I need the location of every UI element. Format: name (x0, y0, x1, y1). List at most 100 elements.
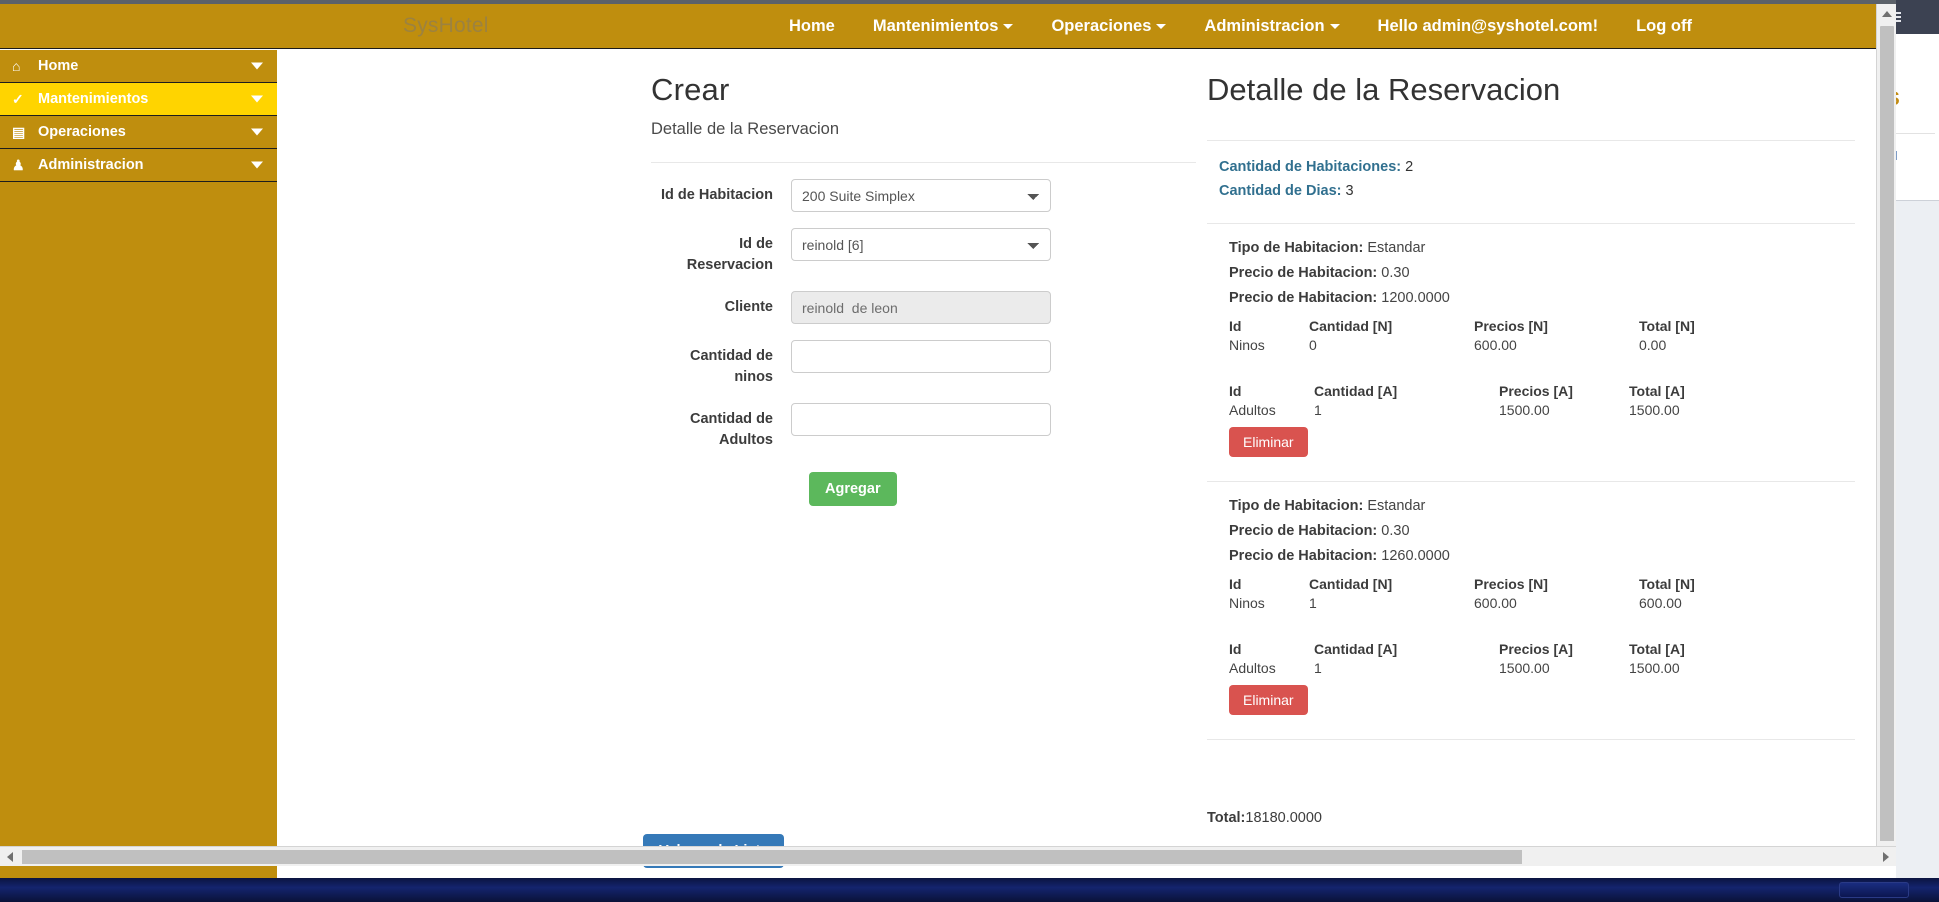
th-precios: Precios [A] (1499, 383, 1573, 399)
room1-precio2: Precio de Habitacion: 1200.0000 (1229, 290, 1855, 306)
top-navbar: SysHotel Home Mantenimientos Operaciones… (0, 4, 1876, 49)
td-id: Adultos (1229, 660, 1276, 676)
td-precios: 1500.00 (1499, 660, 1550, 676)
room1-tipo: Tipo de Habitacion: Estandar (1229, 240, 1855, 256)
form-row-cliente: Cliente (651, 291, 1196, 325)
td-id: Ninos (1229, 337, 1265, 353)
nav-link-user-greeting[interactable]: Hello admin@syshotel.com! (1359, 4, 1618, 49)
nav-link-operaciones[interactable]: Operaciones (1032, 4, 1185, 49)
td-cantidad: 0 (1309, 337, 1317, 353)
eliminar-button-room1[interactable]: Eliminar (1229, 427, 1308, 457)
nav-link-home-label: Home (789, 17, 835, 35)
select-id-habitacion[interactable]: 200 Suite Simplex (791, 179, 1051, 212)
th-id: Id (1229, 576, 1242, 592)
sidebar-item-administracion[interactable]: ♟ Administracion (0, 149, 277, 182)
room2-precio1: Precio de Habitacion: 0.30 (1229, 523, 1855, 539)
grand-total: Total:18180.0000 (1207, 810, 1322, 826)
label-id-habitacion: Id de Habitacion (661, 187, 773, 203)
summary-habitaciones-value: 2 (1405, 159, 1414, 175)
sidebar-item-mantenimientos-label: Mantenimientos (38, 91, 149, 107)
vertical-scrollbar-thumb[interactable] (1880, 26, 1894, 846)
td-cantidad: 1 (1309, 595, 1317, 611)
room1-ninos-table: Id Cantidad [N] Precios [N] Total [N] Ni… (1229, 318, 1769, 353)
users-icon: ♟ (12, 156, 25, 173)
label-cliente: Cliente (724, 299, 773, 316)
form-row-cantidad-adultos: Cantidad de Adultos (651, 403, 1196, 450)
nav-link-home[interactable]: Home (770, 4, 854, 49)
browser-window: SysHotel Home Mantenimientos Operaciones… (0, 0, 1896, 878)
room2-tipo-label: Tipo de Habitacion: (1229, 498, 1364, 514)
table-spacer (1229, 611, 1855, 629)
taskbar[interactable] (0, 878, 1939, 902)
room1-precio2-label: Precio de Habitacion: (1229, 290, 1378, 306)
wrench-icon: ✓ (12, 90, 24, 107)
horizontal-scrollbar-thumb[interactable] (22, 850, 1522, 864)
select-id-reservacion[interactable]: reinold [6] (791, 228, 1051, 261)
desktop-background: D S M SysHotel Home Mantenimientos (0, 0, 1939, 902)
label-cantidad-ninos: Cantidad de ninos (690, 348, 773, 385)
page-title: Crear (651, 72, 730, 107)
room2-adultos-table: Id Cantidad [A] Precios [A] Total [A] Ad… (1229, 641, 1769, 676)
room2-tipo-value: Estandar (1367, 498, 1426, 514)
web-page: SysHotel Home Mantenimientos Operaciones… (0, 4, 1876, 878)
td-cantidad: 1 (1314, 660, 1322, 676)
reservation-detail-panel: Detalle de la Reservacion Cantidad de Ha… (1207, 72, 1855, 740)
th-total: Total [A] (1629, 641, 1685, 657)
eliminar-button-room2[interactable]: Eliminar (1229, 685, 1308, 715)
nav-link-logoff[interactable]: Log off (1617, 4, 1711, 49)
form-divider (651, 162, 1196, 163)
detail-title: Detalle de la Reservacion (1207, 72, 1561, 107)
room2-precio2: Precio de Habitacion: 1260.0000 (1229, 548, 1855, 564)
room1-precio1: Precio de Habitacion: 0.30 (1229, 265, 1855, 281)
th-cantidad: Cantidad [A] (1314, 383, 1398, 399)
table-row: Ninos 1 600.00 600.00 (1229, 595, 1769, 611)
table-spacer (1229, 353, 1855, 371)
room2-precio1-value: 0.30 (1381, 523, 1410, 539)
scroll-right-arrow-icon[interactable] (1876, 847, 1896, 867)
detail-divider (1207, 140, 1855, 141)
td-id: Ninos (1229, 595, 1265, 611)
cantidad-ninos-field[interactable] (791, 340, 1051, 374)
sidebar: ⌂ Home ✓ Mantenimientos ▤ Operaciones ♟ … (0, 50, 277, 878)
room1-precio1-label: Precio de Habitacion: (1229, 265, 1378, 281)
room1-precio1-value: 0.30 (1381, 265, 1410, 281)
room1-tipo-value: Estandar (1367, 240, 1426, 256)
summary-habitaciones: Cantidad de Habitaciones: 2 (1207, 159, 1855, 175)
chevron-down-icon (251, 62, 263, 70)
room2-precio2-value: 1260.0000 (1381, 548, 1450, 564)
cantidad-adultos-field[interactable] (791, 403, 1051, 437)
bed-icon: ▤ (12, 123, 26, 140)
nav-link-mantenimientos[interactable]: Mantenimientos (854, 4, 1033, 49)
th-total: Total [A] (1629, 383, 1685, 399)
scroll-up-arrow-icon[interactable] (1877, 4, 1896, 24)
table-header-row: Id Cantidad [A] Precios [A] Total [A] (1229, 641, 1769, 660)
label-cantidad-adultos: Cantidad de Adultos (690, 411, 773, 448)
user-greeting-label: Hello admin@syshotel.com! (1377, 17, 1599, 35)
agregar-button[interactable]: Agregar (809, 472, 897, 507)
horizontal-scrollbar[interactable] (0, 846, 1896, 866)
td-precios: 600.00 (1474, 337, 1517, 353)
create-form: Crear Detalle de la Reservacion Id de Ha… (651, 72, 1196, 507)
vertical-scrollbar[interactable] (1876, 4, 1896, 861)
sidebar-item-home[interactable]: ⌂ Home (0, 50, 277, 83)
room1-tipo-label: Tipo de Habitacion: (1229, 240, 1364, 256)
reservation-summary: Cantidad de Habitaciones: 2 Cantidad de … (1207, 159, 1855, 199)
td-id: Adultos (1229, 402, 1276, 418)
sidebar-item-operaciones[interactable]: ▤ Operaciones (0, 116, 277, 149)
nav-link-administracion[interactable]: Administracion (1185, 4, 1358, 49)
table-header-row: Id Cantidad [N] Precios [N] Total [N] (1229, 576, 1769, 595)
th-id: Id (1229, 318, 1242, 334)
sidebar-item-mantenimientos[interactable]: ✓ Mantenimientos (0, 83, 277, 116)
th-cantidad: Cantidad [N] (1309, 318, 1393, 334)
nav-link-operaciones-label: Operaciones (1051, 17, 1152, 35)
scroll-left-arrow-icon[interactable] (0, 847, 20, 867)
chevron-down-icon (1329, 24, 1340, 30)
summary-habitaciones-label: Cantidad de Habitaciones: (1219, 159, 1402, 175)
th-total: Total [N] (1639, 318, 1695, 334)
room1-precio2-value: 1200.0000 (1381, 290, 1450, 306)
room2-precio2-label: Precio de Habitacion: (1229, 548, 1378, 564)
taskbar-button[interactable] (1839, 882, 1909, 898)
brand-logo[interactable]: SysHotel (403, 14, 489, 38)
summary-dias-value: 3 (1345, 183, 1354, 199)
room-detail-block: Tipo de Habitacion: Estandar Precio de H… (1207, 482, 1855, 715)
